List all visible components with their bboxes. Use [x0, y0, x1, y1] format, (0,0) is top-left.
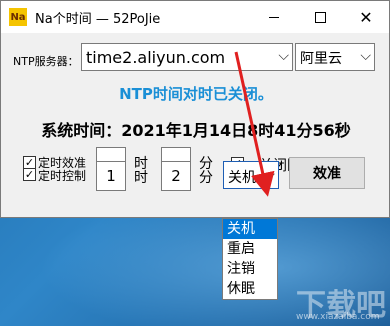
app-window: Na Na个时间 — 52PoJie ✕ NTP服务器： time2.aliyu… [0, 0, 390, 218]
dropdown-option-restart[interactable]: 重启 [223, 239, 277, 259]
control-minute-input[interactable]: 2 [161, 161, 191, 191]
system-time-display: 系统时间：2021年1月14日8时41分56秒 [41, 121, 351, 140]
dropdown-option-logoff[interactable]: 注销 [223, 259, 277, 279]
app-icon: Na [9, 8, 27, 26]
close-icon: ✕ [359, 7, 373, 27]
action-dropdown-list: 关机 重启 注销 休眠 [222, 218, 278, 300]
maximize-icon [314, 11, 326, 23]
control-hour-input[interactable]: 1 [96, 161, 126, 191]
control-hour-unit: 时 [134, 170, 148, 186]
ntp-status-message: NTP时间对时已关闭。 [119, 85, 273, 103]
title-bar: Na Na个时间 — 52PoJie ✕ [1, 1, 389, 33]
ntp-server-combobox[interactable]: time2.aliyun.com ⌵ [81, 43, 293, 71]
chevron-down-icon: ⌵ [360, 48, 371, 64]
chevron-down-icon: ⌵ [278, 48, 289, 64]
ntp-server-value: time2.aliyun.com [86, 48, 226, 67]
control-minute-unit: 分 [199, 170, 213, 186]
ntp-server-label: NTP服务器： [13, 55, 79, 68]
window-title: Na个时间 — 52PoJie [35, 11, 161, 27]
maximize-button[interactable] [297, 1, 343, 33]
apply-button[interactable]: 效准 [289, 157, 365, 189]
scheduled-control-checkbox[interactable]: ✓ [23, 168, 36, 181]
minimize-button[interactable] [251, 1, 297, 33]
scheduled-control-label: 定时控制 [38, 169, 87, 183]
watermark-url: www.xiazaiba.com [296, 312, 380, 322]
dropdown-option-shutdown[interactable]: 关机 [223, 219, 277, 239]
dropdown-option-sleep[interactable]: 休眠 [223, 279, 277, 299]
chevron-down-icon: ⌵ [264, 167, 275, 183]
action-selected-value: 关机 [228, 170, 256, 186]
ntp-provider-value: 阿里云 [300, 51, 342, 67]
action-combobox[interactable]: 关机 ⌵ [223, 161, 279, 189]
minimize-icon [269, 16, 279, 18]
close-button[interactable]: ✕ [343, 1, 389, 33]
ntp-provider-combobox[interactable]: 阿里云 ⌵ [295, 43, 375, 71]
